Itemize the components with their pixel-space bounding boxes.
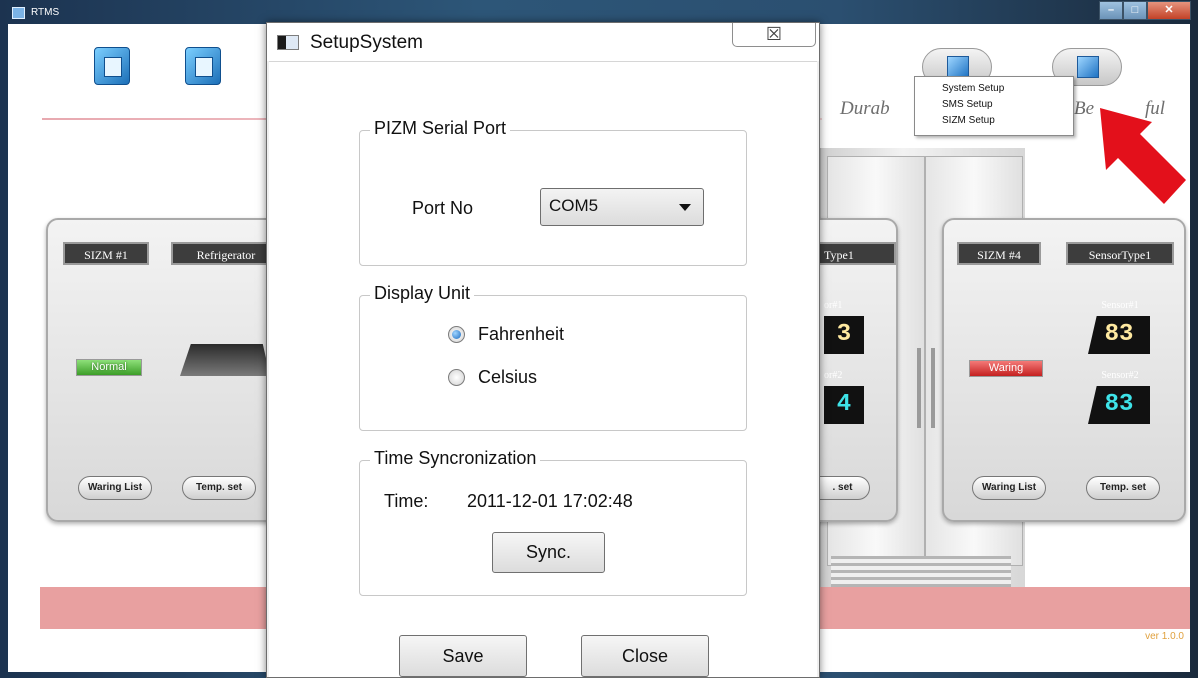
monitor-icon (947, 56, 969, 78)
waring-list-button[interactable]: Waring List (972, 476, 1046, 500)
sensor-1-value: 83 (1088, 316, 1150, 354)
temp-set-button[interactable]: . set (816, 476, 870, 500)
serial-port-group: PIZM Serial Port Port No COM5 (359, 118, 747, 266)
setup-context-menu: System Setup SMS Setup SIZM Setup (914, 76, 1074, 136)
sensor-display (180, 344, 270, 376)
pointer-arrow-icon (1100, 108, 1186, 204)
celsius-label: Celsius (478, 367, 538, 387)
temp-set-button[interactable]: Temp. set (182, 476, 256, 500)
menu-item-sms-setup[interactable]: SMS Setup (915, 97, 1073, 112)
refrigerator-icon[interactable] (94, 47, 130, 85)
temp-set-button[interactable]: Temp. set (1086, 476, 1160, 500)
slogan-right: Be (1074, 98, 1095, 119)
sensor-1-label: Sensor#1 (1101, 300, 1139, 311)
dialog-titlebar: SetupSystem ☒ (267, 23, 819, 61)
sensor-2-value: 83 (1088, 386, 1150, 424)
time-sync-group: Time Syncronization Time: 2011-12-01 17:… (359, 448, 747, 596)
wireless-icon (1077, 56, 1099, 78)
save-button[interactable]: Save (399, 635, 527, 677)
dialog-icon (277, 35, 299, 50)
window-title: RTMS (31, 7, 60, 18)
menu-item-sizm-setup[interactable]: SIZM Setup (915, 113, 1073, 128)
display-unit-group: Display Unit Fahrenheit Celsius (359, 283, 747, 431)
card-id-label: SIZM #4 (957, 242, 1041, 265)
port-label: Port No (412, 198, 474, 218)
slogan-left: Durab (840, 98, 890, 119)
sensor-1-value: 3 (824, 316, 864, 354)
dialog-title: SetupSystem (310, 32, 423, 53)
close-button[interactable]: Close (581, 635, 709, 677)
status-badge: Normal (76, 359, 142, 376)
celsius-radio[interactable] (448, 369, 465, 386)
sensor-2-label: Sensor#2 (1101, 370, 1139, 381)
maximize-button[interactable]: □ (1123, 1, 1147, 20)
display-unit-title: Display Unit (370, 283, 475, 304)
fahrenheit-radio[interactable] (448, 326, 465, 343)
sizm-card-4: SIZM #4 SensorType1 Sensor#1 83 Waring S… (942, 218, 1186, 522)
app-icon (12, 7, 25, 19)
window-controls: – □ ✕ (1099, 1, 1191, 20)
sensor-1-label: or#1 (824, 300, 843, 311)
card-type-label: Type1 (818, 242, 896, 265)
card-id-label: SIZM #1 (63, 242, 149, 265)
chevron-down-icon (679, 204, 691, 211)
fahrenheit-label: Fahrenheit (478, 324, 565, 344)
close-window-button[interactable]: ✕ (1147, 1, 1191, 20)
dialog-close-button[interactable]: ☒ (732, 23, 816, 47)
report-icon[interactable] (185, 47, 221, 85)
card-type-label: SensorType1 (1066, 242, 1174, 265)
minimize-button[interactable]: – (1099, 1, 1123, 20)
time-value: 2011-12-01 17:02:48 (467, 491, 633, 511)
waring-list-button[interactable]: Waring List (78, 476, 152, 500)
port-select-value: COM5 (549, 196, 599, 215)
sizm-card-1: SIZM #1 Refrigerator Normal Waring List … (46, 218, 286, 522)
menu-item-system-setup[interactable]: System Setup (915, 81, 1073, 96)
time-sync-title: Time Syncronization (370, 448, 541, 469)
setup-system-dialog: SetupSystem ☒ PIZM Serial Port Port No C… (266, 22, 820, 678)
card-type-label: Refrigerator (171, 242, 281, 265)
serial-port-title: PIZM Serial Port (370, 118, 511, 139)
port-select[interactable]: COM5 (540, 188, 704, 226)
sensor-2-label: or#2 (824, 370, 843, 381)
dialog-body: PIZM Serial Port Port No COM5 Display Un… (269, 61, 817, 677)
sync-button[interactable]: Sync. (492, 532, 605, 573)
window-titlebar: RTMS – □ ✕ (0, 0, 1198, 24)
time-label: Time: (384, 491, 429, 511)
version-label: ver 1.0.0 (1145, 631, 1184, 642)
sensor-2-value: 4 (824, 386, 864, 424)
status-badge: Waring (969, 360, 1043, 377)
